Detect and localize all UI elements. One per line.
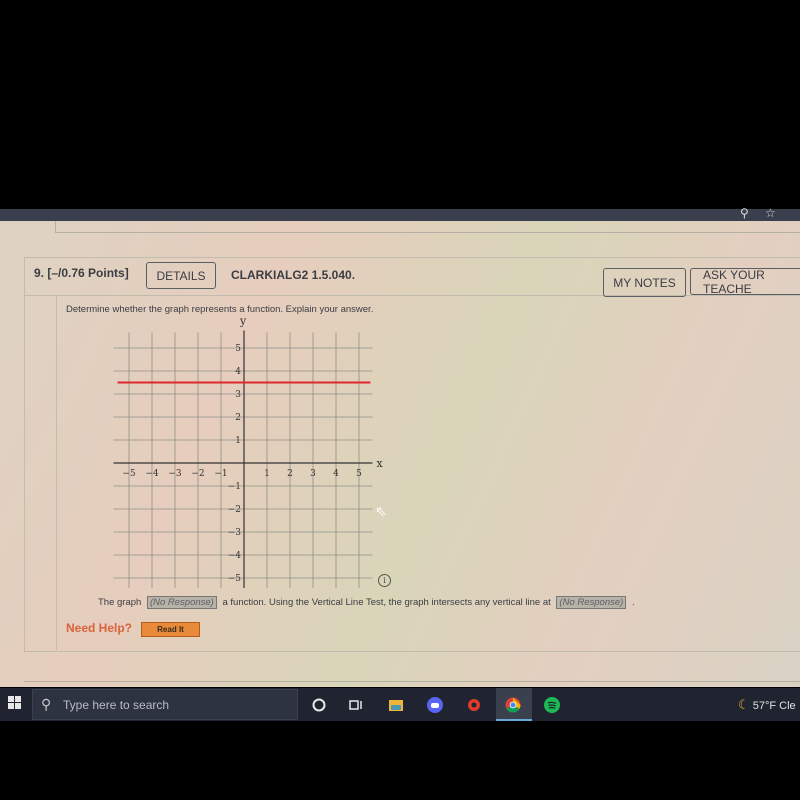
x-axis-label: x	[377, 457, 384, 470]
ask-teacher-button[interactable]: ASK YOUR TEACHE	[690, 268, 800, 296]
browser-toolbar: ⚲ ☆	[0, 206, 800, 221]
my-notes-button[interactable]: MY NOTES	[603, 268, 686, 297]
sentence-end: .	[631, 597, 635, 608]
function-graph: −5 −4 −3 −2 −1 1 2 3 4 5 5 4 3 2 1 −1 −2 −3 −4 −5 x y	[113, 318, 384, 588]
x-tick-label: 5	[356, 469, 362, 479]
x-tick-label: 1	[264, 469, 270, 479]
x-tick-label: −1	[214, 469, 227, 479]
search-placeholder: Type here to search	[63, 698, 170, 712]
y-tick-label: 2	[235, 413, 241, 423]
info-icon[interactable]: i	[378, 574, 391, 587]
x-tick-label: −2	[191, 469, 204, 479]
y-tick-label: −2	[228, 505, 241, 515]
spotify-icon[interactable]	[544, 697, 560, 713]
x-tick-label: −5	[122, 469, 136, 479]
weather-text: 57°F Cle	[752, 700, 796, 712]
y-tick-label: 5	[235, 344, 241, 354]
y-tick-label: 4	[235, 367, 241, 377]
x-tick-label: 2	[287, 469, 293, 479]
answer-sentence: The graph (No Response) a function. Usin…	[98, 596, 635, 609]
cortana-icon[interactable]	[311, 697, 327, 713]
star-icon[interactable]: ☆	[765, 206, 776, 220]
card-divider	[24, 681, 800, 682]
prev-card-border-bottom	[55, 232, 800, 233]
x-tick-label: −3	[168, 469, 182, 479]
taskbar-search[interactable]: ⚲ Type here to search	[32, 689, 298, 720]
details-button[interactable]: DETAILS	[146, 262, 216, 289]
need-help-label: Need Help?	[66, 621, 133, 635]
points-label: [–/0.76 Points]	[47, 266, 129, 280]
search-icon[interactable]: ⚲	[740, 206, 749, 220]
question-prompt: Determine whether the graph represents a…	[66, 304, 374, 315]
discord-icon[interactable]	[427, 697, 443, 713]
y-tick-label: 3	[235, 390, 241, 400]
x-tick-label: 4	[333, 469, 339, 479]
prev-card-border	[55, 221, 56, 232]
response-blank-1[interactable]: (No Response)	[146, 596, 217, 609]
tick-labels: −5 −4 −3 −2 −1 1 2 3 4 5 5 4 3 2 1 −1 −2 −3 −4 −5	[122, 344, 362, 584]
task-view-icon[interactable]	[347, 697, 363, 713]
question-code: CLARKIALG2 1.5.040.	[231, 268, 356, 282]
y-tick-label: 1	[235, 436, 241, 446]
moon-icon: ☾	[738, 697, 750, 712]
file-explorer-icon[interactable]	[388, 697, 404, 713]
sentence-part2: a function. Using the Vertical Line Test…	[222, 597, 551, 608]
y-tick-label: −4	[228, 551, 242, 561]
x-tick-label: −4	[145, 469, 159, 479]
y-tick-label: −3	[228, 528, 242, 538]
windows-start-icon[interactable]	[8, 696, 22, 710]
chrome-icon[interactable]	[505, 697, 521, 713]
search-icon: ⚲	[41, 696, 52, 712]
question-number: 9.	[34, 266, 45, 280]
read-it-button[interactable]: Read It	[141, 622, 200, 637]
origin-icon[interactable]	[466, 697, 482, 713]
weather-widget[interactable]: ☾ 57°F Cle	[738, 697, 796, 713]
y-axis-label: y	[239, 318, 247, 328]
question-points: 9. [–/0.76 Points]	[34, 266, 129, 280]
y-tick-label: −5	[228, 574, 242, 584]
grid	[113, 332, 373, 588]
y-tick-label: −1	[228, 482, 241, 492]
response-blank-2[interactable]: (No Response)	[556, 596, 627, 609]
mouse-cursor-icon: ⇖	[375, 503, 387, 519]
x-tick-label: 3	[310, 469, 316, 479]
sentence-part1: The graph	[98, 597, 142, 608]
